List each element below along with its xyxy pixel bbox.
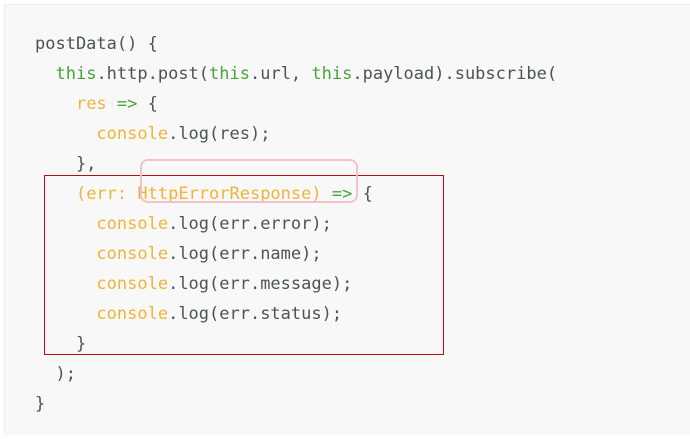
code-line: res => { <box>35 89 557 119</box>
code-token: ); <box>35 364 76 384</box>
code-line: } <box>35 389 557 419</box>
code-token: }, <box>35 154 97 174</box>
code-token: this <box>209 64 250 84</box>
code-token: } <box>35 394 46 414</box>
code-token: .log(res); <box>168 124 271 144</box>
code-line: this.http.post(this.url, this.payload).s… <box>35 59 557 89</box>
code-token: .url, <box>249 64 312 84</box>
http-error-response-type-highlight <box>140 159 358 203</box>
code-token: res <box>75 94 107 114</box>
code-token: => <box>116 94 138 114</box>
code-token: console <box>96 124 169 144</box>
code-token: .http.post( <box>96 64 210 84</box>
code-token: this <box>311 64 353 84</box>
code-token: this <box>55 64 97 84</box>
code-token: { <box>137 94 158 114</box>
code-token: .payload).subscribe( <box>352 64 558 84</box>
code-line: console.log(res); <box>35 119 557 149</box>
code-line: postData() { <box>35 29 557 59</box>
code-token: postData() { <box>35 34 158 54</box>
code-line: ); <box>35 359 557 389</box>
